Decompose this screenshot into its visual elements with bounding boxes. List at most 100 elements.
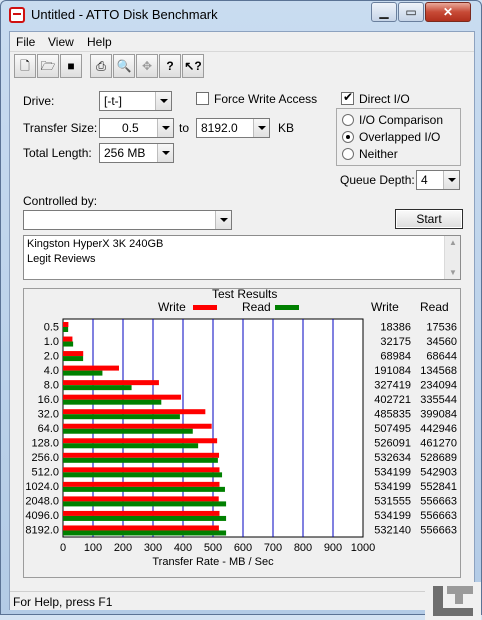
drive-select[interactable]: [-t-] <box>99 91 172 111</box>
x-tick-label: 200 <box>114 542 132 554</box>
minimize-button[interactable]: ▁ <box>371 2 397 22</box>
controlled-by-select[interactable] <box>23 210 232 230</box>
description-line-2: Legit Reviews <box>27 253 96 265</box>
chevron-down-icon[interactable] <box>155 92 171 110</box>
read-value: 528689 <box>420 452 457 464</box>
y-category-label: 2048.0 <box>25 496 59 508</box>
atto-app-icon <box>9 7 25 23</box>
read-value: 17536 <box>426 321 457 333</box>
transfer-size-to-label: to <box>179 121 190 135</box>
start-button[interactable]: Start <box>395 209 463 229</box>
chevron-down-icon[interactable] <box>157 119 173 137</box>
y-category-label: 128.0 <box>31 438 59 450</box>
chevron-down-icon[interactable] <box>253 119 269 137</box>
write-bar <box>63 365 119 371</box>
save-button[interactable]: ■ <box>60 54 82 78</box>
force-write-checkbox[interactable] <box>196 92 209 105</box>
print-button[interactable]: ⎙ <box>90 54 112 78</box>
read-value: 134568 <box>420 365 457 377</box>
write-value: 526091 <box>374 438 411 450</box>
queue-depth-value: 4 <box>421 173 428 187</box>
drive-label: Drive: <box>23 94 55 108</box>
context-help-button[interactable]: ↖? <box>182 54 204 78</box>
overlapped-io-radio[interactable] <box>342 131 354 143</box>
menu-bar: File View Help <box>10 32 474 52</box>
chevron-down-icon[interactable] <box>157 144 173 162</box>
scroll-up-icon[interactable]: ▲ <box>449 238 457 247</box>
scroll-down-icon[interactable]: ▼ <box>449 268 457 277</box>
total-length-value: 256 MB <box>104 146 146 160</box>
transfer-size-to-select[interactable]: 8192.0 <box>196 118 270 138</box>
total-length-label: Total Length: <box>23 146 92 160</box>
x-tick-label: 600 <box>234 542 252 554</box>
minimize-icon: ▁ <box>379 5 389 19</box>
write-bar <box>63 351 84 357</box>
read-bar <box>63 443 199 449</box>
write-value: 485835 <box>374 408 411 420</box>
description-textarea[interactable]: Kingston HyperX 3K 240GB Legit Reviews ▲… <box>23 235 461 280</box>
new-button[interactable]: 🗋 <box>14 54 36 78</box>
write-value: 68984 <box>380 350 411 362</box>
io-comparison-radio[interactable] <box>342 114 354 126</box>
write-bar <box>63 452 220 458</box>
queue-depth-select[interactable]: 4 <box>416 170 460 190</box>
y-category-label: 256.0 <box>31 452 59 464</box>
menu-view[interactable]: View <box>48 35 74 49</box>
read-value: 34560 <box>426 336 457 348</box>
force-write-label: Force Write Access <box>214 92 318 106</box>
close-button[interactable]: ✕ <box>425 2 471 22</box>
x-tick-label: 0 <box>60 542 66 554</box>
read-value: 556663 <box>420 510 457 522</box>
menu-file[interactable]: File <box>16 35 35 49</box>
menu-help[interactable]: Help <box>87 35 112 49</box>
help-button[interactable]: ? <box>159 54 181 78</box>
total-length-select[interactable]: 256 MB <box>99 143 174 163</box>
x-tick-label: 900 <box>324 542 342 554</box>
open-button[interactable]: 🗁 <box>37 54 59 78</box>
window-title: Untitled - ATTO Disk Benchmark <box>31 7 218 22</box>
read-bar <box>63 341 74 347</box>
drive-value: [-t-] <box>104 94 122 108</box>
print-preview-button[interactable]: 🔍 <box>113 54 135 78</box>
write-bar <box>63 496 219 502</box>
write-bar <box>63 510 220 516</box>
move-button[interactable]: ✥ <box>136 54 158 78</box>
title-bar[interactable]: Untitled - ATTO Disk Benchmark ▁ ▭ ✕ <box>1 1 481 29</box>
direct-io-checkbox[interactable] <box>341 90 354 105</box>
write-bar <box>63 423 212 429</box>
controlled-by-label: Controlled by: <box>23 194 98 208</box>
transfer-size-unit: KB <box>278 121 295 135</box>
write-value: 534199 <box>374 467 411 479</box>
write-value: 327419 <box>374 379 411 391</box>
y-category-label: 8192.0 <box>25 525 59 537</box>
read-bar <box>63 414 180 420</box>
x-axis-title: Transfer Rate - MB / Sec <box>152 556 274 568</box>
client-area: File View Help 🗋 🗁 ■ ⎙ 🔍 ✥ ? ↖? Drive: [… <box>9 31 481 620</box>
write-value: 532140 <box>374 525 411 537</box>
open-folder-icon: 🗁 <box>40 59 56 73</box>
write-value: 32175 <box>380 336 411 348</box>
chevron-down-icon[interactable] <box>215 211 231 229</box>
maximize-button[interactable]: ▭ <box>398 2 424 22</box>
read-value: 461270 <box>420 438 457 450</box>
read-bar <box>63 385 132 391</box>
y-category-label: 64.0 <box>38 423 59 435</box>
x-tick-label: 800 <box>294 542 312 554</box>
read-bar <box>63 370 103 376</box>
transfer-size-label: Transfer Size: <box>23 121 98 135</box>
transfer-size-from-select[interactable]: 0.5 <box>99 118 174 138</box>
move-icon: ✥ <box>141 59 153 73</box>
read-value: 542903 <box>420 467 457 479</box>
direct-io-label: Direct I/O <box>359 92 410 106</box>
x-tick-label: 500 <box>204 542 222 554</box>
description-scrollbar[interactable]: ▲ ▼ <box>444 236 460 279</box>
y-category-label: 2.0 <box>44 350 59 362</box>
read-value: 68644 <box>426 350 457 362</box>
app-window: Untitled - ATTO Disk Benchmark ▁ ▭ ✕ Fil… <box>0 0 482 620</box>
neither-radio[interactable] <box>342 148 354 160</box>
read-bar <box>63 457 218 463</box>
y-category-label: 1.0 <box>44 336 59 348</box>
read-bar <box>63 472 223 478</box>
read-value: 442946 <box>420 423 457 435</box>
chevron-down-icon[interactable] <box>443 171 459 189</box>
